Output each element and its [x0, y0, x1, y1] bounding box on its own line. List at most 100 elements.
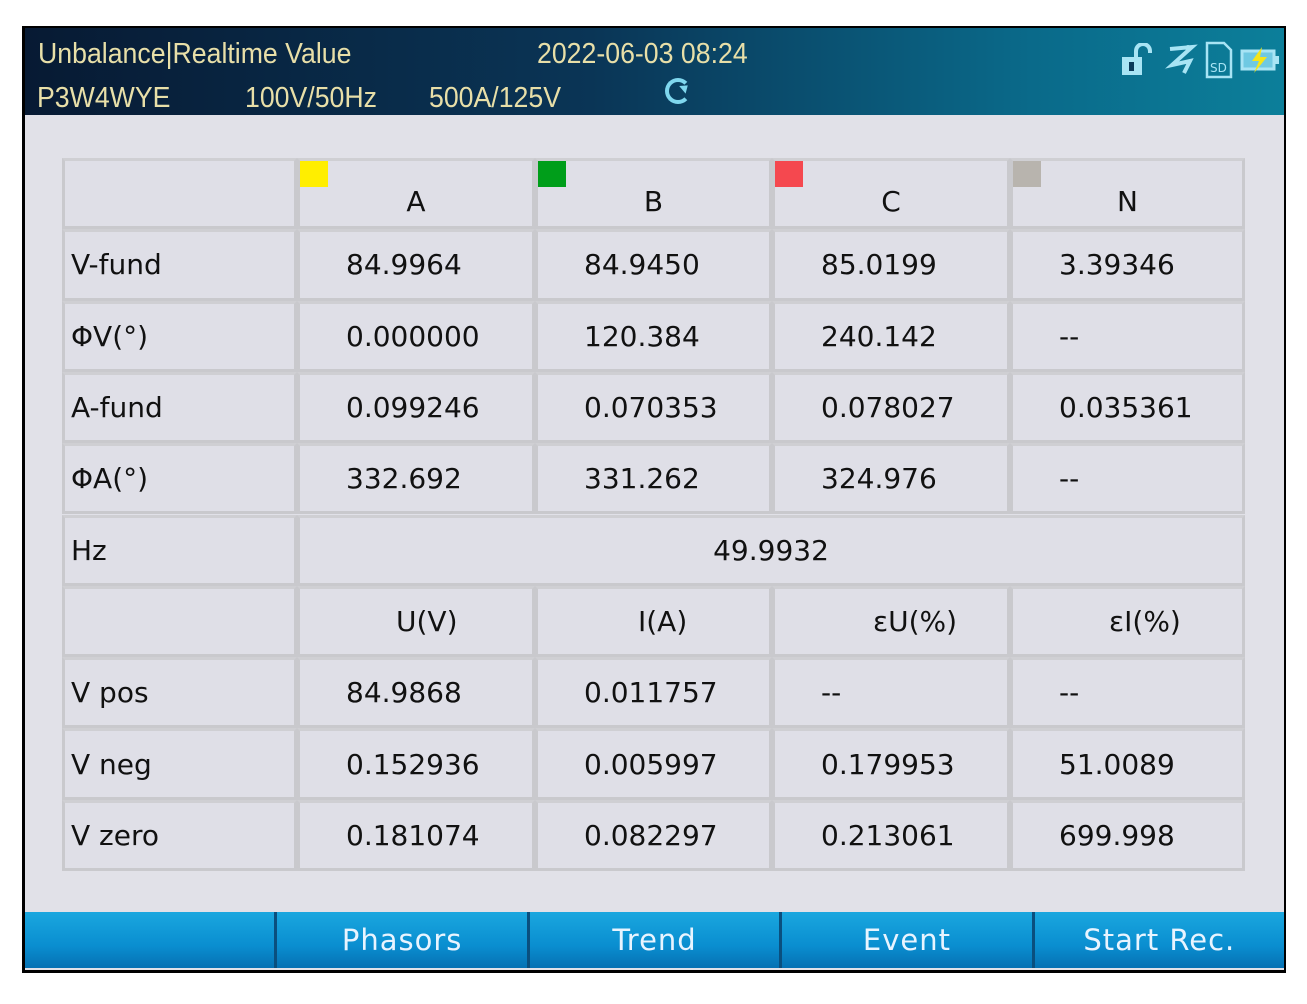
table-value-text: -- — [1059, 462, 1080, 496]
unlock-icon — [1122, 43, 1152, 75]
row-label-text: ΦV(°) — [71, 319, 149, 353]
unbalance-table: A B C N V-fund 84.9964 84.9450 85.0199 3.39346 ΦV… — [62, 158, 1245, 871]
seq-header-corner — [62, 585, 297, 658]
seq-header-text: U(V) — [396, 604, 458, 638]
seq-row-label-text: V neg — [71, 747, 152, 781]
table-value-text: -- — [821, 676, 842, 710]
softkey-event[interactable]: Event — [782, 912, 1035, 968]
softkey-bar: Phasors Trend Event Start Rec. — [25, 912, 1284, 968]
header-corner — [62, 158, 297, 230]
table-value-text: 0.005997 — [584, 747, 718, 781]
table-value-text: 84.9868 — [346, 676, 462, 710]
table-value: 324.976 — [772, 443, 1010, 515]
row-label: ΦV(°) — [62, 300, 297, 372]
table-value-text: 0.000000 — [346, 319, 480, 353]
phase-header-c-text: C — [881, 185, 901, 219]
table-value: 0.000000 — [297, 300, 535, 372]
seq-header-text: εI(%) — [1109, 604, 1181, 638]
row-label-text: ΦA(°) — [71, 462, 149, 496]
table-value-text: 84.9964 — [346, 248, 462, 282]
table-value-text: -- — [1059, 319, 1080, 353]
row-label: V-fund — [62, 229, 297, 301]
table-value-text: 120.384 — [584, 319, 700, 353]
table-value: 3.39346 — [1010, 229, 1245, 301]
table-value-text: 3.39346 — [1059, 248, 1175, 282]
header: Unbalance|Realtime Value 2022-06-03 08:2… — [25, 28, 1284, 115]
softkey-start-rec[interactable]: Start Rec. — [1034, 912, 1284, 968]
table-value: 332.692 — [297, 443, 535, 515]
table-value: 331.262 — [535, 443, 772, 515]
phase-color-swatch-a — [300, 161, 328, 187]
table-value: 0.213061 — [772, 799, 1010, 871]
wiring-mode: P3W4WYE — [37, 82, 171, 114]
table-value-text: 0.213061 — [821, 818, 955, 852]
seq-header: εU(%) — [772, 585, 1010, 658]
table-value-text: 0.099246 — [346, 391, 480, 425]
softkey-trend[interactable]: Trend — [529, 912, 783, 968]
seq-header-text: εU(%) — [873, 604, 958, 638]
seq-header: I(A) — [535, 585, 772, 658]
seq-row-label-text: V zero — [71, 818, 160, 852]
phase-color-swatch-b — [538, 161, 566, 187]
battery-charging-icon — [1240, 47, 1279, 73]
table-value: 0.005997 — [535, 728, 772, 800]
table-value: 240.142 — [772, 300, 1010, 372]
table-value-text: 331.262 — [584, 462, 700, 496]
table-value: -- — [1010, 443, 1245, 515]
svg-text:SD: SD — [1210, 61, 1227, 75]
table-value-text: -- — [1059, 676, 1080, 710]
table-value-text: 0.035361 — [1059, 391, 1193, 425]
table-value-text: 51.0089 — [1059, 747, 1175, 781]
table-value: 0.082297 — [535, 799, 772, 871]
table-value-text: 0.152936 — [346, 747, 480, 781]
phase-header-b: B — [535, 158, 772, 230]
table-value: 0.181074 — [297, 799, 535, 871]
table-value-text: 324.976 — [821, 462, 937, 496]
hz-label-text: Hz — [71, 533, 107, 567]
table-value: 0.179953 — [772, 728, 1010, 800]
table-value: 84.9964 — [297, 229, 535, 301]
table-value-text: 240.142 — [821, 319, 937, 353]
phase-header-b-text: B — [643, 185, 664, 219]
phase-header-n: N — [1010, 158, 1245, 230]
softkey-phasors[interactable]: Phasors — [277, 912, 530, 968]
table-value: 0.070353 — [535, 371, 772, 444]
table-value-text: 0.011757 — [584, 676, 718, 710]
row-label-text: V-fund — [71, 248, 162, 282]
softkey-blank[interactable] — [25, 912, 278, 968]
table-value-text: 0.181074 — [346, 818, 480, 852]
screen: Unbalance|Realtime Value 2022-06-03 08:2… — [25, 28, 1284, 970]
table-value-text: 699.998 — [1059, 818, 1175, 852]
table-value: 0.152936 — [297, 728, 535, 800]
table-value: 0.035361 — [1010, 371, 1245, 444]
seq-row-label: V neg — [62, 728, 297, 800]
row-label: A-fund — [62, 371, 297, 444]
table-value: -- — [1010, 657, 1245, 729]
table-value: 85.0199 — [772, 229, 1010, 301]
table-value-text: 0.179953 — [821, 747, 955, 781]
table-value-text: 0.078027 — [821, 391, 955, 425]
table-value: 0.099246 — [297, 371, 535, 444]
table-value-text: 84.9450 — [584, 248, 700, 282]
table-value: -- — [1010, 300, 1245, 372]
phase-color-swatch-n — [1013, 161, 1041, 187]
phase-header-a-text: A — [406, 185, 426, 219]
table-value-text: 0.070353 — [584, 391, 718, 425]
table-value: 699.998 — [1010, 799, 1245, 871]
current-setting: 500A/125V — [429, 82, 562, 114]
phase-color-swatch-c — [775, 161, 803, 187]
table-value: 51.0089 — [1010, 728, 1245, 800]
phase-header-a: A — [297, 158, 535, 230]
seq-row-label: V zero — [62, 799, 297, 871]
voltage-setting: 100V/50Hz — [245, 82, 378, 114]
table-value-text: 332.692 — [346, 462, 462, 496]
table-value-text: 85.0199 — [821, 248, 937, 282]
table-value: 84.9450 — [535, 229, 772, 301]
running-icon — [1165, 44, 1198, 74]
seq-header-text: I(A) — [638, 604, 688, 638]
sd-card-icon: SD — [1205, 41, 1233, 79]
refresh-icon[interactable] — [665, 78, 691, 104]
hz-value-text: 49.9932 — [713, 533, 829, 567]
seq-row-label-text: V pos — [71, 676, 149, 710]
table-value: 0.078027 — [772, 371, 1010, 444]
